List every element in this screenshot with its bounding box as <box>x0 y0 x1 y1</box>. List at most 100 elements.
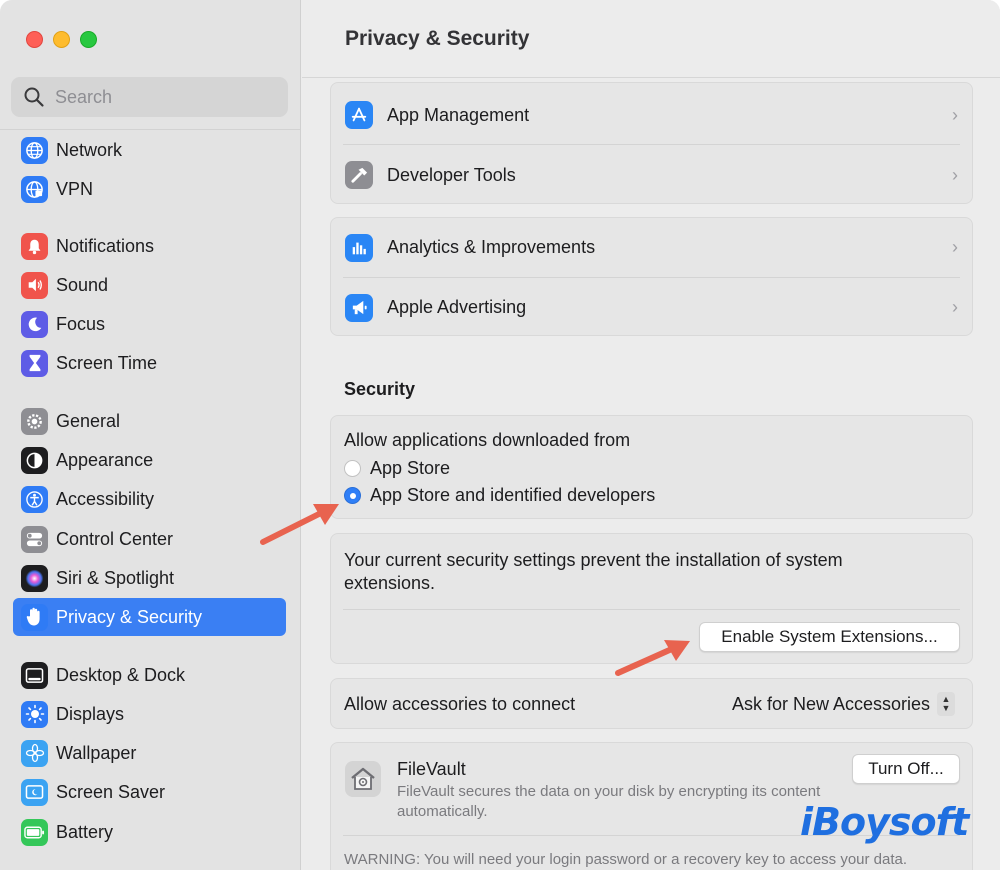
chevron-right-icon: › <box>952 164 958 185</box>
sidebar-item-label: Wallpaper <box>56 742 137 763</box>
sidebar-item-label: Network <box>56 139 123 160</box>
accessories-label: Allow accessories to connect <box>344 694 576 714</box>
bell-icon <box>21 232 48 260</box>
accessories-popup-value[interactable]: Ask for New Accessories <box>732 694 930 715</box>
zoom-window-button[interactable] <box>80 31 97 48</box>
sidebar-item-label: Siri & Spotlight <box>56 567 175 588</box>
sidebar-item-network[interactable]: Network <box>13 131 286 169</box>
moon-icon <box>21 310 48 338</box>
sun-icon <box>21 700 48 728</box>
app-store-icon <box>345 101 373 129</box>
filevault-description: FileVault secures the data on your disk … <box>397 783 821 820</box>
screensaver-icon <box>21 778 48 806</box>
sidebar-item-vpn[interactable]: VPN <box>13 170 286 208</box>
radio-app-store-identified[interactable] <box>344 487 361 504</box>
sidebar-item-screen-saver[interactable]: Screen Saver <box>13 773 286 811</box>
sidebar-item-label: General <box>56 410 121 431</box>
radio-app-store[interactable] <box>344 460 361 477</box>
sidebar-item-privacy-security[interactable]: Privacy & Security <box>13 598 286 636</box>
row-analytics-improvements[interactable]: Analytics & Improvements › <box>331 218 972 277</box>
accessibility-icon <box>21 485 48 513</box>
chevron-right-icon: › <box>952 297 958 317</box>
row-label: App Management <box>387 104 530 125</box>
sidebar-item-siri-spotlight[interactable]: Siri & Spotlight <box>13 559 286 597</box>
row-apple-advertising[interactable]: Apple Advertising › <box>331 278 972 337</box>
page-title: Privacy & Security <box>345 27 530 50</box>
sidebar-item-label: Control Center <box>56 528 174 549</box>
allow-apps-label: Allow applications downloaded from <box>344 430 631 450</box>
sidebar-item-label: Battery <box>56 821 114 842</box>
filevault-warning: WARNING: You will need your login passwo… <box>344 851 908 868</box>
row-developer-tools[interactable]: Developer Tools › <box>331 145 972 205</box>
settings-group-apps: App Management › Developer Tools › <box>330 82 973 204</box>
minimize-window-button[interactable] <box>53 31 70 48</box>
gear-icon <box>21 407 48 435</box>
row-label: Analytics & Improvements <box>387 237 596 257</box>
globe-vpn-icon <box>21 175 48 203</box>
filevault-house-icon <box>345 761 381 797</box>
row-app-management[interactable]: App Management › <box>331 85 972 145</box>
sidebar-item-label: Screen Saver <box>56 781 166 802</box>
sidebar-item-desktop-dock[interactable]: Desktop & Dock <box>13 656 286 694</box>
settings-group-extensions: Your current security settings prevent t… <box>330 533 973 664</box>
sidebar-item-label: Screen Time <box>56 352 158 373</box>
close-window-button[interactable] <box>26 31 43 48</box>
toggles-icon <box>21 525 48 553</box>
siri-icon <box>21 564 48 592</box>
sidebar-item-general[interactable]: General <box>13 402 286 440</box>
filevault-title: FileVault <box>397 759 466 779</box>
dock-icon <box>21 661 48 689</box>
hammer-icon <box>345 161 373 189</box>
sidebar-item-appearance[interactable]: Appearance <box>13 441 286 479</box>
sidebar-divider <box>0 129 300 130</box>
sidebar-item-label: Accessibility <box>56 488 155 509</box>
row-label: Developer Tools <box>387 164 516 185</box>
sidebar-item-label: Displays <box>56 703 125 724</box>
turn-off-filevault-button[interactable]: Turn Off... <box>852 754 960 784</box>
section-heading-security: Security <box>344 379 416 399</box>
search-input[interactable] <box>55 86 255 108</box>
sidebar-item-focus[interactable]: Focus <box>13 305 286 343</box>
flower-icon <box>21 739 48 767</box>
sidebar-item-battery[interactable]: Battery <box>13 813 286 851</box>
row-separator <box>343 609 960 610</box>
settings-group-analytics: Analytics & Improvements › Apple Adverti… <box>330 217 973 336</box>
sidebar-item-sound[interactable]: Sound <box>13 266 286 304</box>
appearance-icon <box>21 446 48 474</box>
search-field[interactable] <box>11 77 288 117</box>
sidebar-item-screen-time[interactable]: Screen Time <box>13 344 286 382</box>
sidebar-item-label: VPN <box>56 178 94 199</box>
sidebar-item-notifications[interactable]: Notifications <box>13 227 286 265</box>
sidebar-item-label: Privacy & Security <box>56 606 203 627</box>
chevron-right-icon: › <box>952 104 958 125</box>
radio-app-store-label[interactable]: App Store <box>370 458 450 479</box>
main-pane: Privacy & Security App Management › Deve… <box>302 0 1000 870</box>
battery-icon <box>21 818 48 846</box>
sidebar-item-control-center[interactable]: Control Center <box>13 520 286 558</box>
settings-group-allow-apps: Allow applications downloaded from App S… <box>330 415 973 519</box>
enable-system-extensions-button[interactable]: Enable System Extensions... <box>699 622 960 652</box>
megaphone-icon <box>345 293 373 322</box>
speaker-icon <box>21 271 48 299</box>
settings-window: Network VPN Notifications Sound Focus <box>0 0 1000 870</box>
settings-group-accessories: Allow accessories to connect Ask for New… <box>330 678 973 729</box>
chart-icon <box>345 233 373 262</box>
sidebar-item-label: Focus <box>56 313 106 334</box>
globe-icon <box>21 136 48 164</box>
window-controls <box>26 31 97 48</box>
titlebar: Privacy & Security <box>302 0 1000 78</box>
sidebar-item-label: Sound <box>56 274 109 295</box>
sidebar: Network VPN Notifications Sound Focus <box>0 0 301 870</box>
radio-app-store-identified-label[interactable]: App Store and identified developers <box>370 485 655 506</box>
sidebar-item-label: Notifications <box>56 235 155 256</box>
sidebar-item-displays[interactable]: Displays <box>13 695 286 733</box>
sidebar-item-accessibility[interactable]: Accessibility <box>13 480 286 518</box>
search-icon <box>24 87 44 107</box>
extensions-message: Your current security settings prevent t… <box>344 550 843 593</box>
sidebar-item-label: Appearance <box>56 449 154 470</box>
chevron-right-icon: › <box>952 237 958 257</box>
popup-chevrons-icon[interactable]: ▲ ▼ <box>937 692 955 716</box>
watermark-logo: iBoysoft <box>800 800 969 844</box>
hourglass-icon <box>21 349 48 377</box>
sidebar-item-wallpaper[interactable]: Wallpaper <box>13 734 286 772</box>
